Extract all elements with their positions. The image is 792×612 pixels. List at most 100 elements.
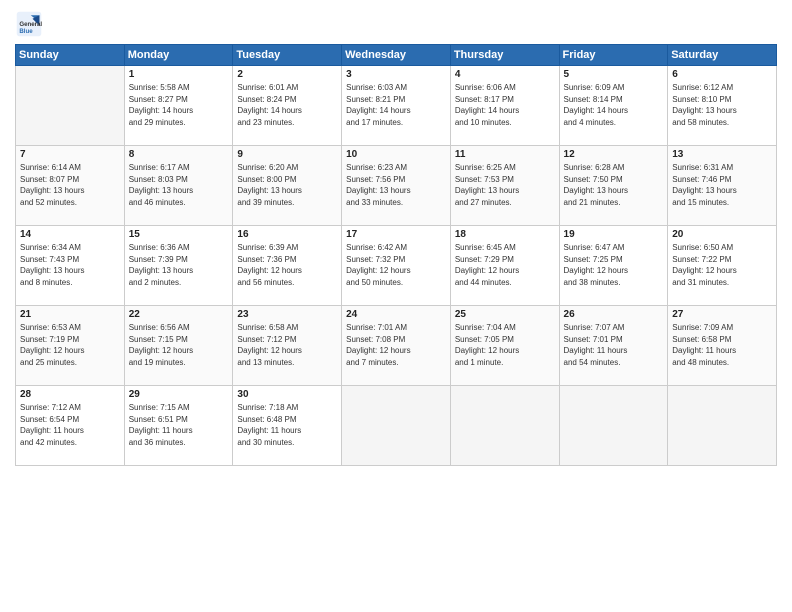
- day-number: 16: [237, 229, 337, 240]
- calendar-cell: 17 Sunrise: 6:42 AMSunset: 7:32 PMDayligh…: [342, 226, 451, 306]
- day-number: 10: [346, 149, 446, 160]
- page: General Blue Sunday Monday Tuesday Wedne…: [0, 0, 792, 612]
- day-number: 11: [455, 149, 555, 160]
- day-info: Sunrise: 6:06 AMSunset: 8:17 PMDaylight:…: [455, 82, 555, 128]
- calendar-cell: 2Sunrise: 6:01 AMSunset: 8:24 PMDaylight…: [233, 66, 342, 146]
- col-tuesday: Tuesday: [233, 45, 342, 66]
- svg-text:General: General: [19, 21, 42, 28]
- day-number: 27: [672, 309, 772, 320]
- calendar-cell: 23 Sunrise: 6:58 AMSunset: 7:12 PMDayligh…: [233, 306, 342, 386]
- calendar-cell: 10 Sunrise: 6:23 AMSunset: 7:56 PMDayligh…: [342, 146, 451, 226]
- col-monday: Monday: [124, 45, 233, 66]
- calendar-cell: 12Sunrise: 6:28 AMSunset: 7:50 PMDayligh…: [559, 146, 668, 226]
- calendar-cell: 21 Sunrise: 6:53 AMSunset: 7:19 PMDayligh…: [16, 306, 125, 386]
- calendar-cell: 29 Sunrise: 7:15 AMSunset: 6:51 PMDayligh…: [124, 386, 233, 466]
- day-info: Sunrise: 7:15 AMSunset: 6:51 PMDaylight:…: [129, 402, 229, 448]
- calendar-cell: 1Sunrise: 5:58 AMSunset: 8:27 PMDaylight…: [124, 66, 233, 146]
- calendar-cell: 25 Sunrise: 7:04 AMSunset: 7:05 PMDayligh…: [450, 306, 559, 386]
- day-info: Sunrise: 7:04 AMSunset: 7:05 PMDaylight:…: [455, 322, 555, 368]
- day-number: 24: [346, 309, 446, 320]
- day-info: Sunrise: 6:42 AMSunset: 7:32 PMDaylight:…: [346, 242, 446, 288]
- day-info: Sunrise: 6:20 AMSunset: 8:00 PMDaylight:…: [237, 162, 337, 208]
- day-info: Sunrise: 6:56 AMSunset: 7:15 PMDaylight:…: [129, 322, 229, 368]
- svg-text:Blue: Blue: [19, 28, 33, 35]
- calendar-cell: 6 Sunrise: 6:12 AMSunset: 8:10 PMDaylight…: [668, 66, 777, 146]
- col-thursday: Thursday: [450, 45, 559, 66]
- calendar-week-1: 7Sunrise: 6:14 AMSunset: 8:07 PMDaylight…: [16, 146, 777, 226]
- day-number: 29: [129, 389, 229, 400]
- calendar-cell: 24 Sunrise: 7:01 AMSunset: 7:08 PMDayligh…: [342, 306, 451, 386]
- calendar-week-0: 1Sunrise: 5:58 AMSunset: 8:27 PMDaylight…: [16, 66, 777, 146]
- day-info: Sunrise: 6:36 AMSunset: 7:39 PMDaylight:…: [129, 242, 229, 288]
- day-info: Sunrise: 6:28 AMSunset: 7:50 PMDaylight:…: [564, 162, 664, 208]
- day-number: 9: [237, 149, 337, 160]
- day-info: Sunrise: 6:45 AMSunset: 7:29 PMDaylight:…: [455, 242, 555, 288]
- day-info: Sunrise: 6:14 AMSunset: 8:07 PMDaylight:…: [20, 162, 120, 208]
- calendar-cell: 11Sunrise: 6:25 AMSunset: 7:53 PMDayligh…: [450, 146, 559, 226]
- header: General Blue: [15, 10, 777, 38]
- col-saturday: Saturday: [668, 45, 777, 66]
- logo: General Blue: [15, 10, 47, 38]
- calendar-cell: 14Sunrise: 6:34 AMSunset: 7:43 PMDayligh…: [16, 226, 125, 306]
- calendar-cell: 30 Sunrise: 7:18 AMSunset: 6:48 PMDayligh…: [233, 386, 342, 466]
- calendar-cell: 22 Sunrise: 6:56 AMSunset: 7:15 PMDayligh…: [124, 306, 233, 386]
- calendar-cell: [450, 386, 559, 466]
- day-number: 19: [564, 229, 664, 240]
- day-number: 4: [455, 69, 555, 80]
- col-wednesday: Wednesday: [342, 45, 451, 66]
- day-info: Sunrise: 6:34 AMSunset: 7:43 PMDaylight:…: [20, 242, 120, 288]
- day-info: Sunrise: 6:50 AMSunset: 7:22 PMDaylight:…: [672, 242, 772, 288]
- calendar-cell: [559, 386, 668, 466]
- day-info: Sunrise: 7:01 AMSunset: 7:08 PMDaylight:…: [346, 322, 446, 368]
- day-number: 25: [455, 309, 555, 320]
- day-info: Sunrise: 6:09 AMSunset: 8:14 PMDaylight:…: [564, 82, 664, 128]
- day-info: Sunrise: 6:53 AMSunset: 7:19 PMDaylight:…: [20, 322, 120, 368]
- calendar-week-3: 21 Sunrise: 6:53 AMSunset: 7:19 PMDayligh…: [16, 306, 777, 386]
- calendar-cell: 8 Sunrise: 6:17 AMSunset: 8:03 PMDaylight…: [124, 146, 233, 226]
- calendar-cell: 4 Sunrise: 6:06 AMSunset: 8:17 PMDaylight…: [450, 66, 559, 146]
- calendar-week-4: 28 Sunrise: 7:12 AMSunset: 6:54 PMDayligh…: [16, 386, 777, 466]
- logo-icon: General Blue: [15, 10, 43, 38]
- day-info: Sunrise: 6:01 AMSunset: 8:24 PMDaylight:…: [237, 82, 337, 128]
- day-info: Sunrise: 6:47 AMSunset: 7:25 PMDaylight:…: [564, 242, 664, 288]
- day-number: 3: [346, 69, 446, 80]
- col-sunday: Sunday: [16, 45, 125, 66]
- day-info: Sunrise: 6:17 AMSunset: 8:03 PMDaylight:…: [129, 162, 229, 208]
- day-number: 28: [20, 389, 120, 400]
- day-number: 26: [564, 309, 664, 320]
- calendar-cell: 20 Sunrise: 6:50 AMSunset: 7:22 PMDayligh…: [668, 226, 777, 306]
- day-number: 22: [129, 309, 229, 320]
- day-number: 8: [129, 149, 229, 160]
- calendar-cell: 28 Sunrise: 7:12 AMSunset: 6:54 PMDayligh…: [16, 386, 125, 466]
- day-info: Sunrise: 6:39 AMSunset: 7:36 PMDaylight:…: [237, 242, 337, 288]
- calendar-cell: 13Sunrise: 6:31 AMSunset: 7:46 PMDayligh…: [668, 146, 777, 226]
- calendar-cell: [342, 386, 451, 466]
- calendar-table: Sunday Monday Tuesday Wednesday Thursday…: [15, 44, 777, 466]
- calendar-week-2: 14Sunrise: 6:34 AMSunset: 7:43 PMDayligh…: [16, 226, 777, 306]
- day-info: Sunrise: 7:12 AMSunset: 6:54 PMDaylight:…: [20, 402, 120, 448]
- calendar-cell: 18 Sunrise: 6:45 AMSunset: 7:29 PMDayligh…: [450, 226, 559, 306]
- day-number: 20: [672, 229, 772, 240]
- calendar-cell: 19 Sunrise: 6:47 AMSunset: 7:25 PMDayligh…: [559, 226, 668, 306]
- day-number: 5: [564, 69, 664, 80]
- header-row: Sunday Monday Tuesday Wednesday Thursday…: [16, 45, 777, 66]
- col-friday: Friday: [559, 45, 668, 66]
- day-number: 23: [237, 309, 337, 320]
- day-info: Sunrise: 6:58 AMSunset: 7:12 PMDaylight:…: [237, 322, 337, 368]
- day-info: Sunrise: 6:12 AMSunset: 8:10 PMDaylight:…: [672, 82, 772, 128]
- day-number: 18: [455, 229, 555, 240]
- calendar-cell: 9 Sunrise: 6:20 AMSunset: 8:00 PMDaylight…: [233, 146, 342, 226]
- day-number: 15: [129, 229, 229, 240]
- day-info: Sunrise: 6:03 AMSunset: 8:21 PMDaylight:…: [346, 82, 446, 128]
- day-info: Sunrise: 6:23 AMSunset: 7:56 PMDaylight:…: [346, 162, 446, 208]
- day-info: Sunrise: 7:09 AMSunset: 6:58 PMDaylight:…: [672, 322, 772, 368]
- calendar-cell: 15 Sunrise: 6:36 AMSunset: 7:39 PMDayligh…: [124, 226, 233, 306]
- day-number: 1: [129, 69, 229, 80]
- day-number: 30: [237, 389, 337, 400]
- day-number: 17: [346, 229, 446, 240]
- calendar-cell: 7Sunrise: 6:14 AMSunset: 8:07 PMDaylight…: [16, 146, 125, 226]
- calendar-cell: 5 Sunrise: 6:09 AMSunset: 8:14 PMDaylight…: [559, 66, 668, 146]
- day-number: 21: [20, 309, 120, 320]
- day-number: 6: [672, 69, 772, 80]
- day-info: Sunrise: 7:18 AMSunset: 6:48 PMDaylight:…: [237, 402, 337, 448]
